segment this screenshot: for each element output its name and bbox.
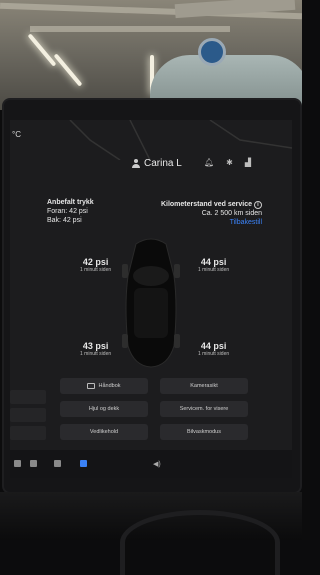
bluetooth-icon[interactable]: ✱: [226, 158, 233, 167]
tire-pressure: 44 psi: [200, 257, 227, 267]
tire-pressure: 42 psi: [82, 257, 109, 267]
maintenance-button[interactable]: Vedlikehold: [60, 424, 148, 440]
manual-button[interactable]: Håndbok: [60, 378, 148, 394]
service-title: Kilometerstand ved service: [160, 201, 252, 208]
dock-app-icon[interactable]: [54, 460, 61, 467]
left-menu-item[interactable]: [10, 408, 46, 422]
tire-pressure: 43 psi: [82, 341, 109, 351]
steering-wheel: [120, 510, 280, 575]
tire-updated: 1 minutt siden: [198, 351, 230, 357]
reset-link[interactable]: Tilbakestill: [161, 218, 262, 227]
left-menu-item[interactable]: [10, 426, 46, 440]
maintenance-label: Vedlikehold: [89, 429, 119, 435]
car-wash-label: Bilvaskmodus: [187, 429, 221, 435]
dock-app-icon[interactable]: [14, 460, 21, 467]
recommended-title: Anbefalt trykk: [47, 199, 94, 206]
bluetooth-app-icon[interactable]: [80, 460, 87, 467]
tire-updated: 1 minutt siden: [80, 267, 112, 273]
car-wash-button[interactable]: Bilvaskmodus: [160, 424, 248, 440]
tire-rear-left: 43 psi 1 minutt siden: [80, 341, 111, 357]
left-menu-item[interactable]: [10, 390, 46, 404]
user-profile[interactable]: Carina L: [132, 158, 182, 169]
wheels-tires-button[interactable]: Hjul og dekk: [60, 401, 148, 417]
person-icon: [132, 159, 140, 168]
tire-pressure: 44 psi: [200, 341, 227, 351]
volume-icon[interactable]: ◀︎): [153, 460, 161, 468]
user-name: Carina L: [144, 158, 182, 169]
car-top-view: [122, 238, 180, 368]
camera-view-button[interactable]: Kamerasikt: [160, 378, 248, 394]
tire-front-left: 42 psi 1 minutt siden: [80, 257, 111, 273]
camera-label: Kamerasikt: [190, 383, 218, 389]
recommended-pressure: Anbefalt trykk Foran: 42 psi Bak: 42 psi: [47, 198, 94, 225]
wiper-service-label: Servicem. for visere: [179, 406, 229, 412]
temperature-readout: °C: [12, 130, 21, 139]
service-odometer: Kilometerstand ved service i Ca. 2 500 km…: [161, 200, 262, 227]
manual-label: Håndbok: [98, 383, 121, 389]
tire-front-right: 44 psi 1 minutt siden: [198, 257, 229, 273]
touchscreen: °C Carina L 🔔︎ ✱ ▟ Anbefalt trykk Foran:…: [10, 120, 292, 478]
signal-icon: ▟: [244, 158, 252, 167]
garage-background: [0, 0, 302, 110]
map-background: [69, 120, 292, 160]
wiper-service-button[interactable]: Servicem. for visere: [160, 401, 248, 417]
book-icon: [87, 383, 96, 389]
dashboard: [0, 492, 302, 575]
tire-rear-right: 44 psi 1 minutt siden: [198, 341, 229, 357]
dock-app-icon[interactable]: [30, 460, 37, 467]
bell-icon[interactable]: 🔔︎: [204, 158, 214, 167]
tire-updated: 1 minutt siden: [80, 351, 112, 357]
info-icon[interactable]: i: [254, 201, 262, 209]
recommended-rear: Bak: 42 psi: [47, 217, 82, 224]
service-distance: Ca. 2 500 km siden: [201, 210, 262, 217]
bottom-dock: ◀︎): [10, 450, 292, 478]
wheels-label: Hjul og dekk: [88, 406, 120, 412]
tire-updated: 1 minutt siden: [198, 267, 230, 273]
left-menu: [10, 390, 46, 450]
charger: [198, 38, 226, 66]
recommended-front: Foran: 42 psi: [47, 208, 88, 215]
status-icons: 🔔︎ ✱ ▟: [204, 158, 251, 167]
